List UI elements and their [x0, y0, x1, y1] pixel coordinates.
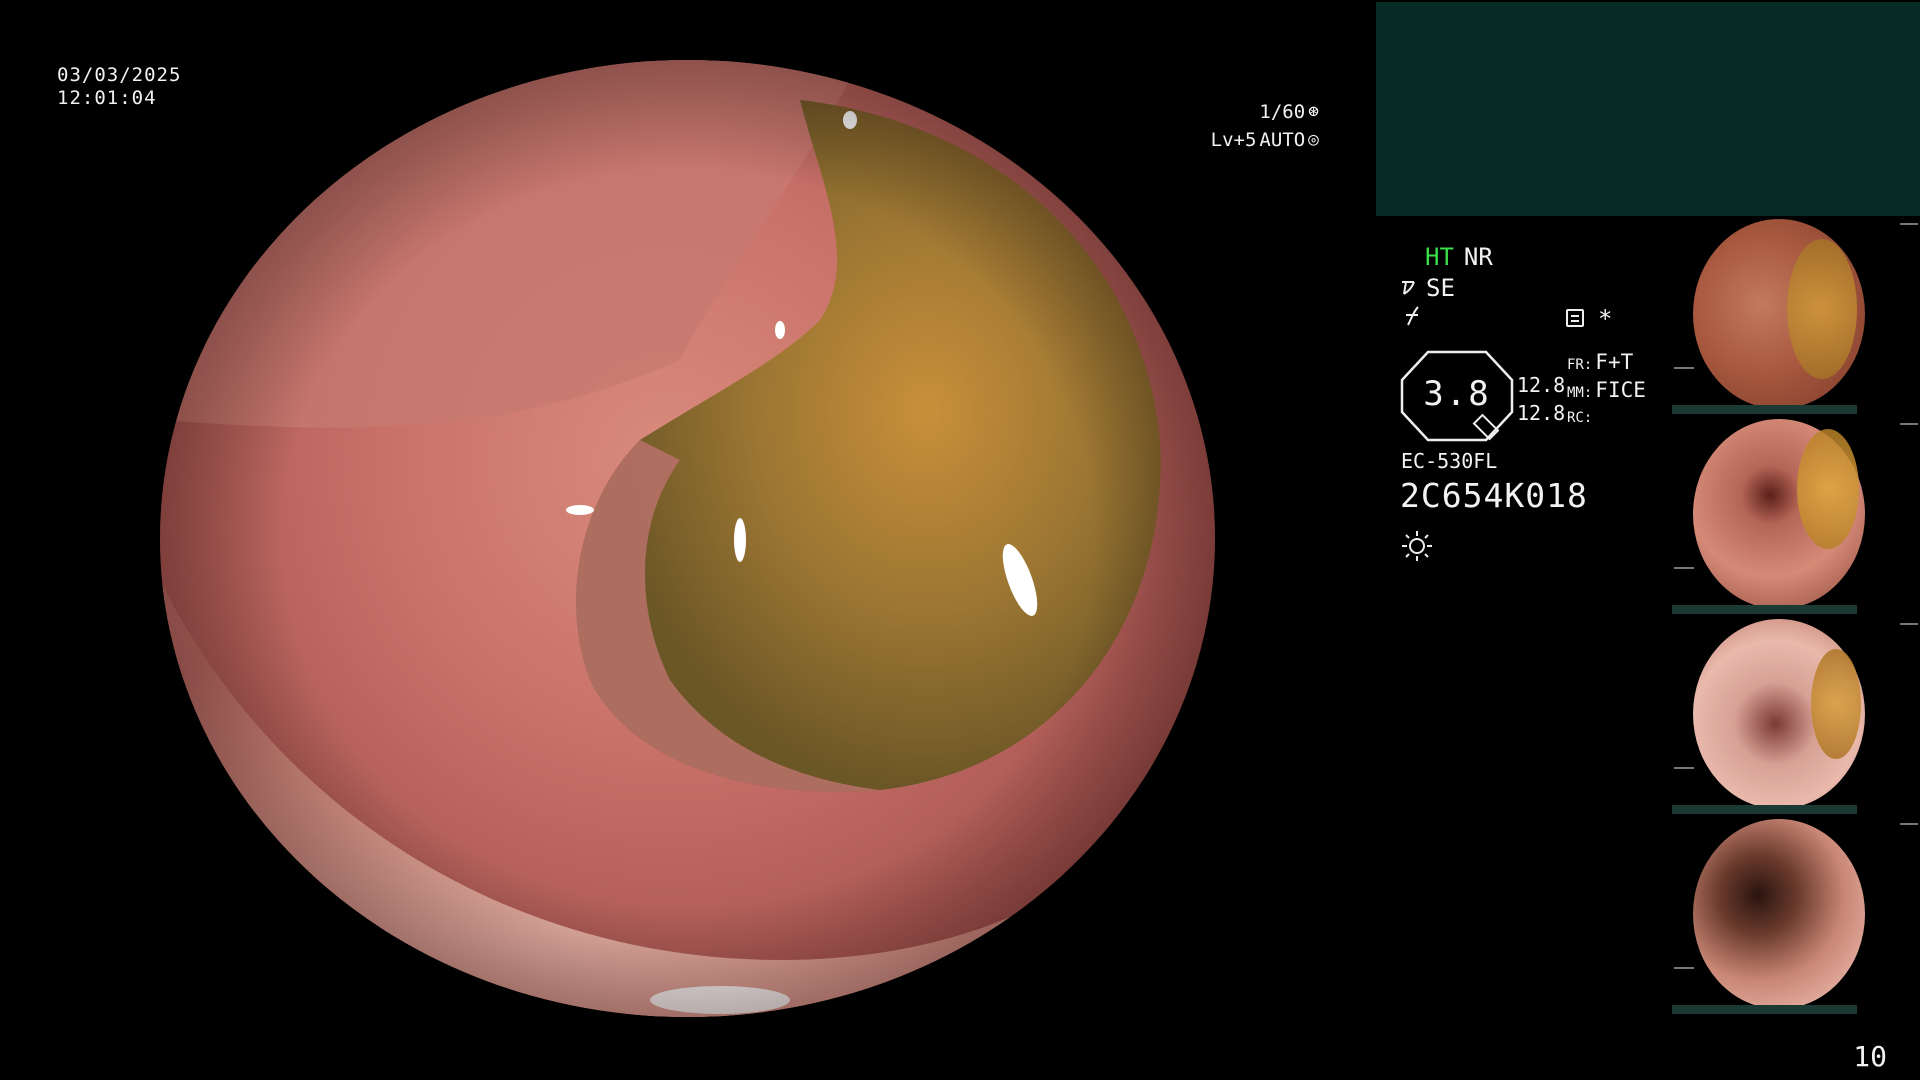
thumbnail-caption	[1674, 767, 1694, 769]
thumbnail-caption	[1674, 367, 1694, 369]
scope-model: EC-530FL	[1401, 449, 1498, 473]
thumbnail-caption	[1900, 223, 1918, 225]
mode-nr: NR	[1463, 243, 1493, 271]
thumbnail-bar	[1672, 1005, 1857, 1014]
thumbnail-2[interactable]	[1672, 417, 1920, 614]
thumbnail-caption	[1674, 567, 1694, 569]
freeze-icon-row	[1402, 305, 1424, 333]
zoom-value: 3.8	[1423, 374, 1491, 414]
zoom-indicator: 3.8	[1400, 350, 1514, 442]
se-label: SE	[1426, 274, 1455, 302]
brightness-level: Lv+5	[1210, 129, 1257, 151]
mode-ht: HT	[1425, 243, 1454, 271]
thumbnail-image	[1693, 219, 1865, 409]
patient-info-box	[1376, 2, 1920, 216]
endoscope-live-view	[160, 60, 1215, 1017]
thumbnail-caption	[1674, 967, 1694, 969]
menu-icon	[1566, 309, 1584, 327]
structure-enhance: SE	[1400, 274, 1455, 302]
datetime-overlay: 03/03/2025 12:01:04	[57, 64, 181, 110]
thumbnail-bar	[1672, 805, 1857, 814]
asterisk-icon: *	[1598, 305, 1613, 333]
thumbnail-caption	[1900, 423, 1918, 425]
scope-serial: 2C654K018	[1400, 476, 1588, 515]
light-source-icon	[1402, 531, 1432, 561]
param-rc: RC:	[1567, 410, 1593, 426]
iris-icon: ◎	[1308, 129, 1319, 150]
image-count: 10	[1853, 1040, 1887, 1073]
thumbnail-3[interactable]	[1672, 617, 1920, 814]
thumbnail-caption	[1900, 623, 1918, 625]
value-a: 12.8	[1517, 373, 1566, 397]
thumbnail-image	[1693, 419, 1865, 609]
enhance-icon	[1402, 281, 1415, 295]
value-b: 12.8	[1517, 401, 1566, 425]
thumbnail-bar	[1672, 405, 1857, 414]
exposure-overlay: 1/60 ⊛ Lv+5 AUTO ◎	[1211, 98, 1319, 154]
thumbnail-image	[1693, 819, 1865, 1009]
time-text: 12:01:04	[57, 87, 157, 109]
thumbnail-caption	[1900, 823, 1918, 825]
thumbnail-image	[1693, 619, 1865, 809]
aperture-icon: ⊛	[1308, 101, 1319, 122]
endoscopy-screen: 03/03/2025 12:01:04 1/60 ⊛ Lv+5 AUTO ◎ H…	[0, 0, 1920, 1080]
thumbnail-4[interactable]	[1672, 817, 1920, 1014]
iris-mode: AUTO	[1259, 129, 1306, 151]
colon-mucosa-image	[160, 60, 1215, 1017]
param-mm: MM: FICE	[1567, 378, 1646, 402]
date-text: 03/03/2025	[57, 64, 182, 86]
param-fr: FR: F+T	[1567, 350, 1634, 374]
value-column: 12.8 12.8	[1517, 371, 1565, 427]
processing-modes: HT NR	[1425, 243, 1493, 271]
thumbnail-bar	[1672, 605, 1857, 614]
thumbnail-1[interactable]	[1672, 217, 1920, 414]
processing-params: FR: F+T MM: FICE RC:	[1567, 350, 1646, 431]
freeze-icon	[1406, 306, 1419, 326]
shutter-speed: 1/60	[1259, 101, 1306, 123]
